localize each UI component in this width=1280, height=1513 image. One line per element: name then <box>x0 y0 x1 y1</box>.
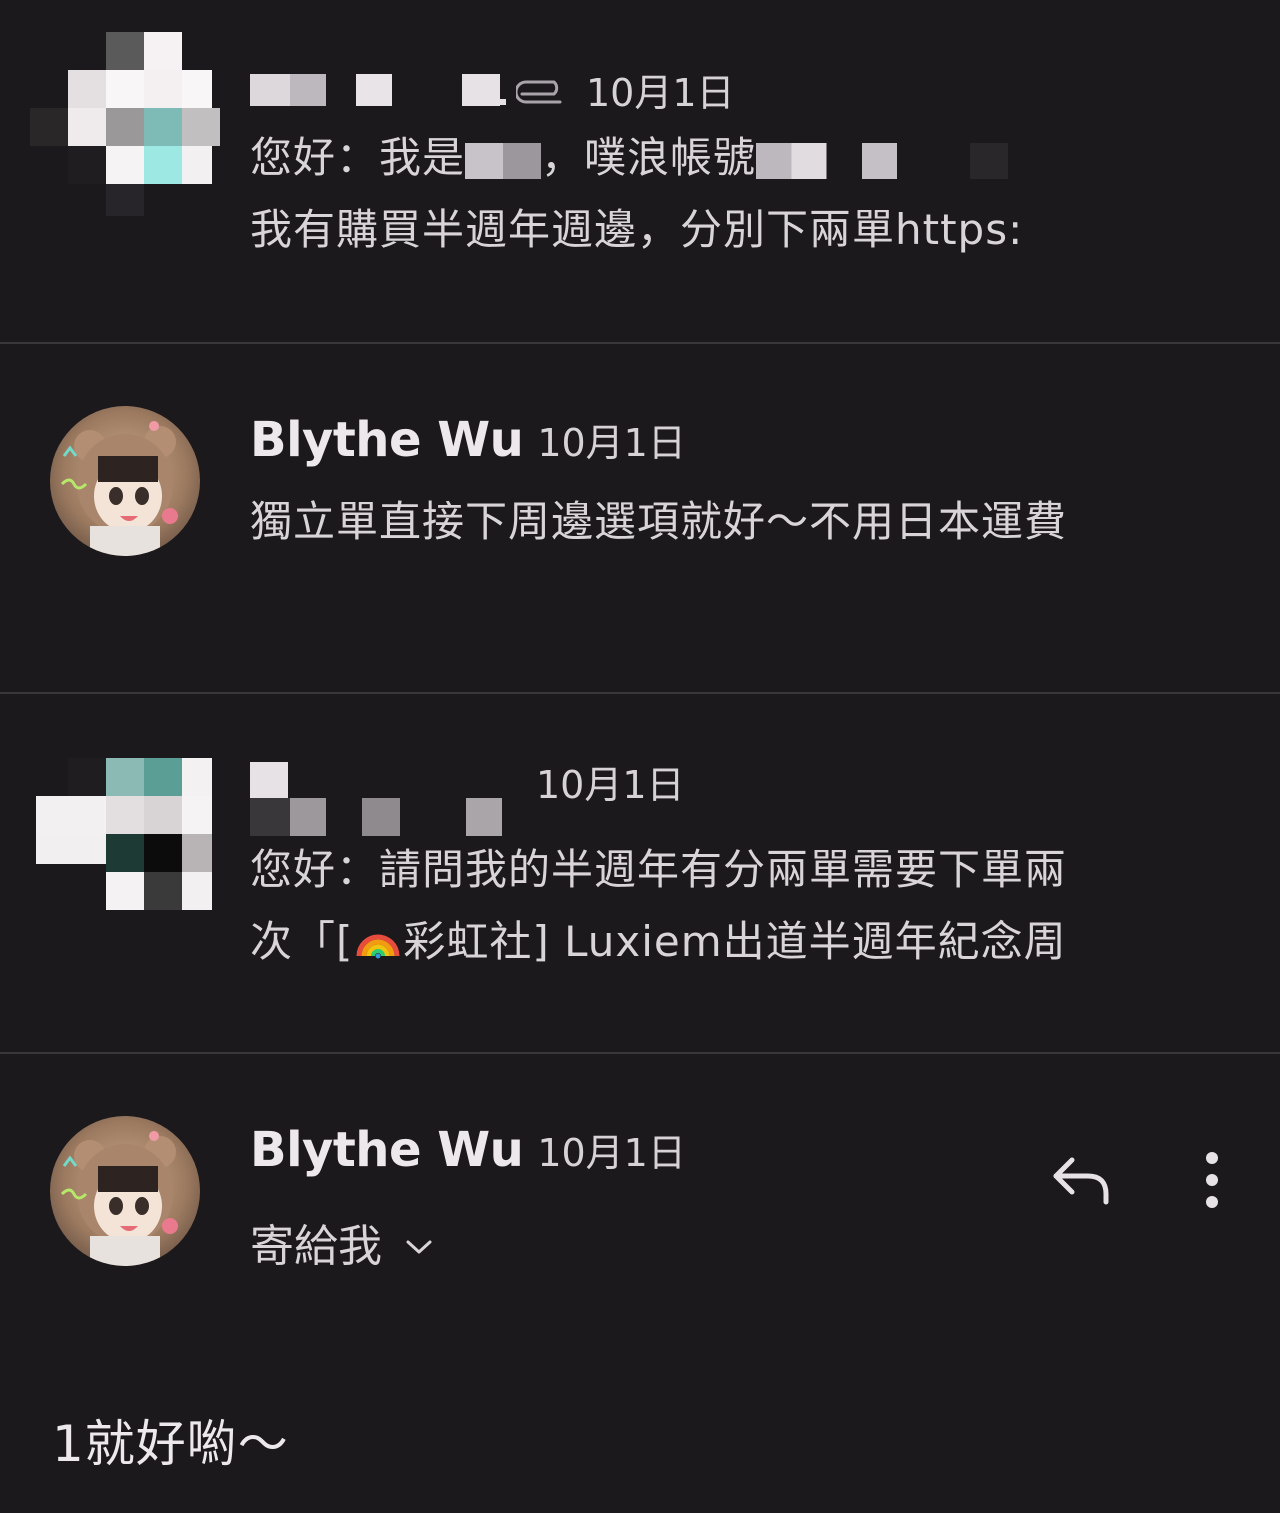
message-date: 10月1日 <box>537 421 686 465</box>
recipient-label: 寄給我 <box>250 1221 382 1272</box>
recipient-details-toggle[interactable]: 寄給我 <box>250 1210 434 1274</box>
reply-button[interactable] <box>1050 1148 1114 1212</box>
snippet-line-2: 我有購買半週年週邊，分別下兩單https: <box>250 205 1024 254</box>
snippet-text-part-2: ，噗浪帳號 <box>541 133 757 182</box>
rainbow-emoji <box>355 912 401 959</box>
message-body: 1就好喲～ <box>52 1415 289 1473</box>
paperclip-icon <box>514 74 572 115</box>
snippet-text-part-1: 您好：我是 <box>250 133 466 182</box>
message-date: 10月1日 <box>586 71 735 115</box>
redacted-account <box>756 142 1009 179</box>
message-date: 10月1日 <box>537 1131 686 1175</box>
sender-name: Blythe Wu <box>250 412 524 468</box>
snippet-line-1: 您好：請問我的半週年有分兩單需要下單兩 <box>250 845 1068 894</box>
sender-avatar-redacted <box>30 32 220 222</box>
message-item-3[interactable]: 10月1日 您好：請問我的半週年有分兩單需要下單兩 次「[ 彩虹社] Luxie… <box>0 694 1280 1054</box>
message-header: 10月1日 <box>250 754 685 840</box>
message-date: 10月1日 <box>536 763 685 807</box>
sender-name-redacted <box>250 64 506 116</box>
chevron-down-icon <box>404 1217 434 1268</box>
sender-avatar-redacted <box>30 758 220 948</box>
redacted-name <box>465 142 542 179</box>
sender-name: Blythe Wu <box>250 1122 524 1178</box>
message-snippet: 您好：我是 ，噗浪帳號 我有購買半週年週邊，分別下兩單https: <box>250 122 1230 266</box>
more-options-button[interactable] <box>1190 1148 1234 1212</box>
sender-name-redacted <box>250 762 502 840</box>
sender-avatar <box>50 406 200 556</box>
message-header: Blythe Wu 10月1日 <box>250 412 686 468</box>
more-vert-icon <box>1206 1152 1218 1208</box>
sender-avatar <box>50 1116 200 1266</box>
message-item-2[interactable]: Blythe Wu 10月1日 獨立單直接下周邊選項就好～不用日本運費 <box>0 344 1280 694</box>
message-snippet: 您好：請問我的半週年有分兩單需要下單兩 次「[ 彩虹社] Luxiem出道半週年… <box>250 834 1230 978</box>
snippet-line-2: 次「[ 彩虹社] Luxiem出道半週年紀念周 <box>250 906 1230 978</box>
message-snippet: 獨立單直接下周邊選項就好～不用日本運費 <box>250 486 1230 558</box>
reply-icon <box>1053 1157 1109 1205</box>
message-header: 10月1日 <box>250 62 735 117</box>
snippet-line-1: 獨立單直接下周邊選項就好～不用日本運費 <box>250 497 1068 546</box>
message-item-1[interactable]: 10月1日 您好：我是 ，噗浪帳號 我有購買半週年週邊，分別下兩單https: <box>0 0 1280 344</box>
message-header: Blythe Wu 10月1日 <box>250 1122 686 1178</box>
